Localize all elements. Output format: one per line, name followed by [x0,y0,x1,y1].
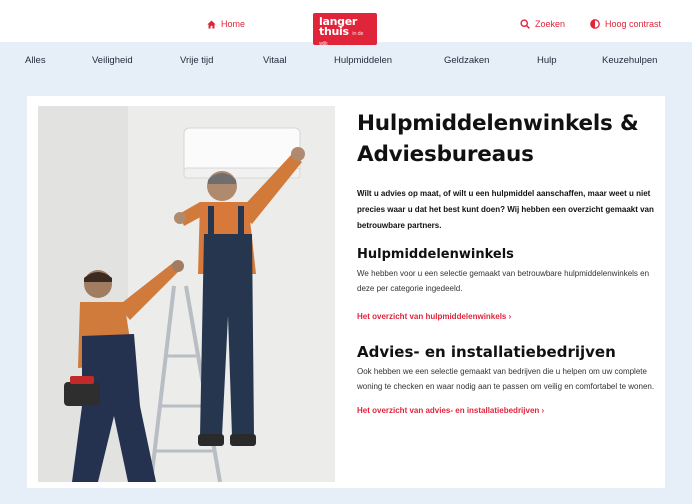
nav-item-geldzaken[interactable]: Geldzaken [444,55,489,66]
logo-line2-text: thuis [319,24,349,38]
section-heading-winkels: Hulpmiddelenwinkels [357,247,514,262]
contrast-icon [590,19,600,29]
search-label: Zoeken [535,19,566,29]
hero-photo [38,106,335,482]
top-header: Home langer thuis in de wijk Zoeken Hoog… [0,0,692,47]
contrast-toggle[interactable]: Hoog contrast [590,19,661,29]
nav-item-veiligheid[interactable]: Veiligheid [92,55,133,66]
overview-winkels-link[interactable]: Het overzicht van hulpmiddelenwinkels › [357,312,657,321]
site-logo[interactable]: langer thuis in de wijk [313,13,377,47]
contrast-label: Hoog contrast [605,19,662,29]
home-link[interactable]: Home [207,19,245,29]
main-nav: Alles Veiligheid Vrije tijd Vitaal Hulpm… [0,42,692,78]
nav-item-keuzehulpen[interactable]: Keuzehulpen [602,55,657,66]
nav-item-hulp[interactable]: Hulp [537,55,557,66]
page-title: Hulpmiddelenwinkels & Adviesbureaus [357,111,639,167]
search-button[interactable]: Zoeken [520,19,565,29]
home-icon [207,19,216,29]
search-icon [520,19,530,29]
nav-item-alles[interactable]: Alles [25,55,46,66]
section-heading-bedrijven: Advies- en installatiebedrijven [357,343,616,361]
nav-item-vitaal[interactable]: Vitaal [263,55,287,66]
intro-text: Wilt u advies op maat, of wilt u een hul… [357,189,654,230]
text-column: Hulpmiddelenwinkels & Adviesbureaus Wilt… [357,108,657,415]
logo-line2: thuis in de wijk [319,24,372,47]
nav-item-vrije-tijd[interactable]: Vrije tijd [180,55,213,66]
overview-bedrijven-link[interactable]: Het overzicht van advies- en installatie… [357,406,657,415]
content-card: Hulpmiddelenwinkels & Adviesbureaus Wilt… [27,96,665,488]
section-body-bedrijven: Ook hebben we een selectie gemaakt van b… [357,367,655,391]
nav-item-hulpmiddelen[interactable]: Hulpmiddelen [334,55,392,66]
section-body-winkels: We hebben voor u een selectie gemaakt va… [357,269,650,293]
home-label: Home [221,19,246,29]
